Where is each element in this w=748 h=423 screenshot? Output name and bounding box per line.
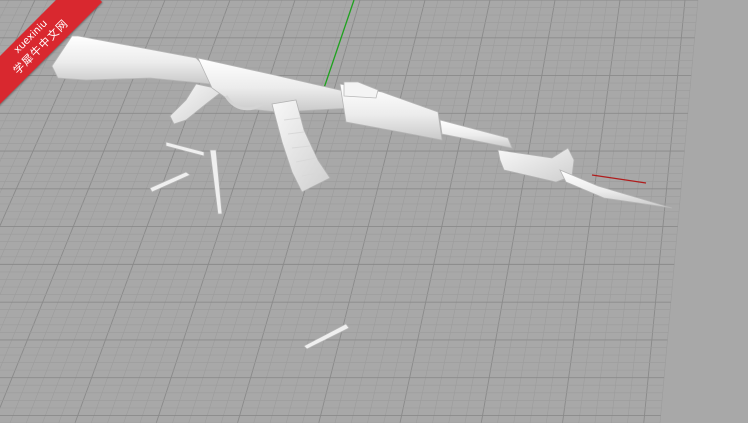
magazine[interactable] (271, 99, 331, 193)
perspective-viewport[interactable]: xuexiniu 学犀牛中文网 (0, 0, 748, 423)
viewport-canvas[interactable] (0, 0, 748, 423)
cartridge[interactable] (165, 141, 205, 157)
cartridge[interactable] (303, 323, 350, 350)
rifle-rear-sight (343, 81, 379, 99)
rifle-front-sight[interactable] (497, 147, 575, 183)
cartridge[interactable] (209, 149, 223, 215)
rifle-stock[interactable] (51, 35, 213, 85)
rifle-model[interactable] (51, 35, 673, 209)
world-y-axis (323, 0, 355, 89)
world-x-axis (591, 174, 647, 184)
